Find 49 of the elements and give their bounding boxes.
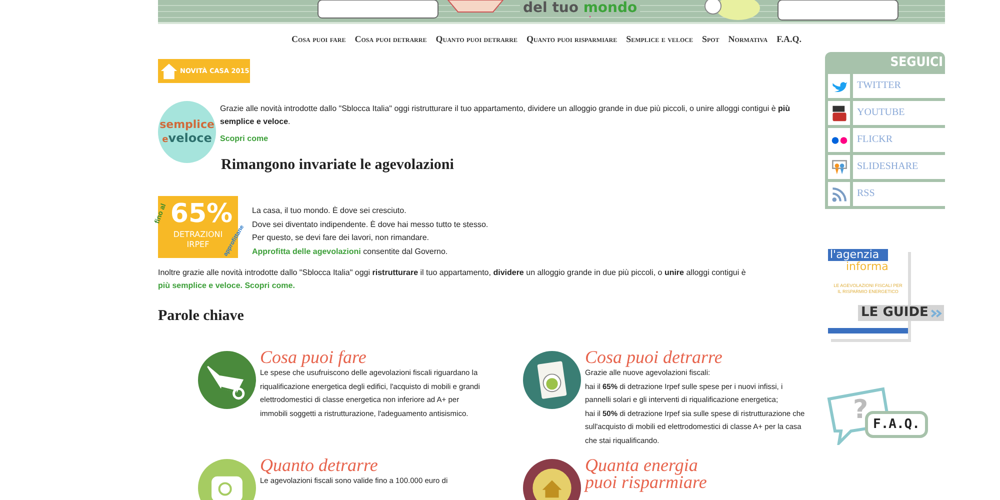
promo-line: Dove sei diventato indipendente. È dove hai messo tutto te stesso. [252, 218, 488, 231]
nav-link[interactable]: Quanto puoi detrarre [436, 32, 518, 48]
nav-link[interactable]: Semplice e veloce [626, 32, 693, 48]
card-title-link[interactable]: Cosa puoi fare [260, 349, 402, 366]
rss-icon [830, 186, 848, 202]
logo-word: e [162, 135, 168, 145]
chevron-icon [931, 308, 944, 318]
house-icon [523, 458, 581, 500]
discover-link[interactable]: Scopri come [220, 133, 268, 145]
brand-text: l'agenzia [828, 249, 888, 261]
badge-caption: DETRAZIONI [173, 230, 223, 240]
text-link[interactable]: Scopri come. [244, 281, 295, 290]
section-heading: Rimangono invariate le agevolazioni [221, 157, 455, 174]
nav-link[interactable]: Normativa [728, 32, 768, 48]
section-heading: Parole chiave [158, 308, 245, 325]
social-link[interactable]: SLIDESHARE [853, 155, 945, 179]
brand-text: informa [846, 261, 890, 273]
wheelbarrow-icon [198, 350, 256, 410]
social-link[interactable]: FLICKR [853, 128, 945, 152]
social-link[interactable]: TWITTER [853, 74, 945, 98]
promo-line: La casa, il tuo mondo. È dove sei cresciuto. [252, 205, 408, 217]
card-title-link[interactable]: Quanto detrarre [260, 457, 402, 474]
logo-word: veloce [168, 131, 212, 145]
presentation-icon [830, 158, 848, 176]
banner-title: del tuo mondo [520, 0, 640, 16]
badge-caption: IRPEF [186, 240, 210, 250]
intro-paragraph: Grazie alle novità introdotte dallo "Sblocca Italia" oggi ristrutturare il tuo appartamento, dividere un alloggio grande in due più piccoli, o unire alloggi contigui è più semplice e veloce. [220, 103, 792, 128]
nav-link[interactable]: F.A.Q. [776, 32, 802, 48]
guide-label: LE GUIDE [858, 305, 944, 321]
panel-title: SEGUICI [889, 54, 944, 71]
promo-line: Per questo, se devi fare dei lavori, non rimandare. [252, 232, 430, 244]
card-title-link[interactable]: Quanta energia puoi risparmiare [585, 457, 727, 491]
faq-label: F.A.Q. [865, 411, 928, 438]
house-icon [160, 62, 178, 80]
nav-link[interactable]: Cosa puoi detrarre [354, 32, 427, 48]
wallet-icon [198, 458, 256, 500]
social-link[interactable]: RSS [853, 182, 945, 206]
nav-link[interactable]: Quanto puoi risparmiare [526, 32, 618, 48]
nav-link[interactable]: Cosa puoi fare [291, 32, 346, 48]
washing-machine-icon [523, 350, 581, 410]
text-link[interactable]: più semplice e veloce. [158, 281, 242, 290]
video-logo-icon [830, 104, 848, 122]
promo-line: Approfitta delle agevolazioni consentite dal Governo. [252, 246, 449, 258]
card-title-link[interactable]: Cosa puoi detrarre [585, 349, 727, 366]
nav-link[interactable]: Spot [702, 32, 720, 48]
logo-word: semplice [160, 119, 214, 131]
summary-paragraph: Inoltre grazie alle novità introdotte dallo "Sblocca Italia" oggi ristrutturare il tuo appartamento, dividere un alloggio grande in due più piccoli, o unire alloggi contigui è più semplice e veloce. Scopri come. [158, 267, 747, 292]
social-link[interactable]: YOUTUBE [853, 101, 945, 125]
text-link[interactable]: Approfitta delle agevolazioni [252, 246, 361, 256]
